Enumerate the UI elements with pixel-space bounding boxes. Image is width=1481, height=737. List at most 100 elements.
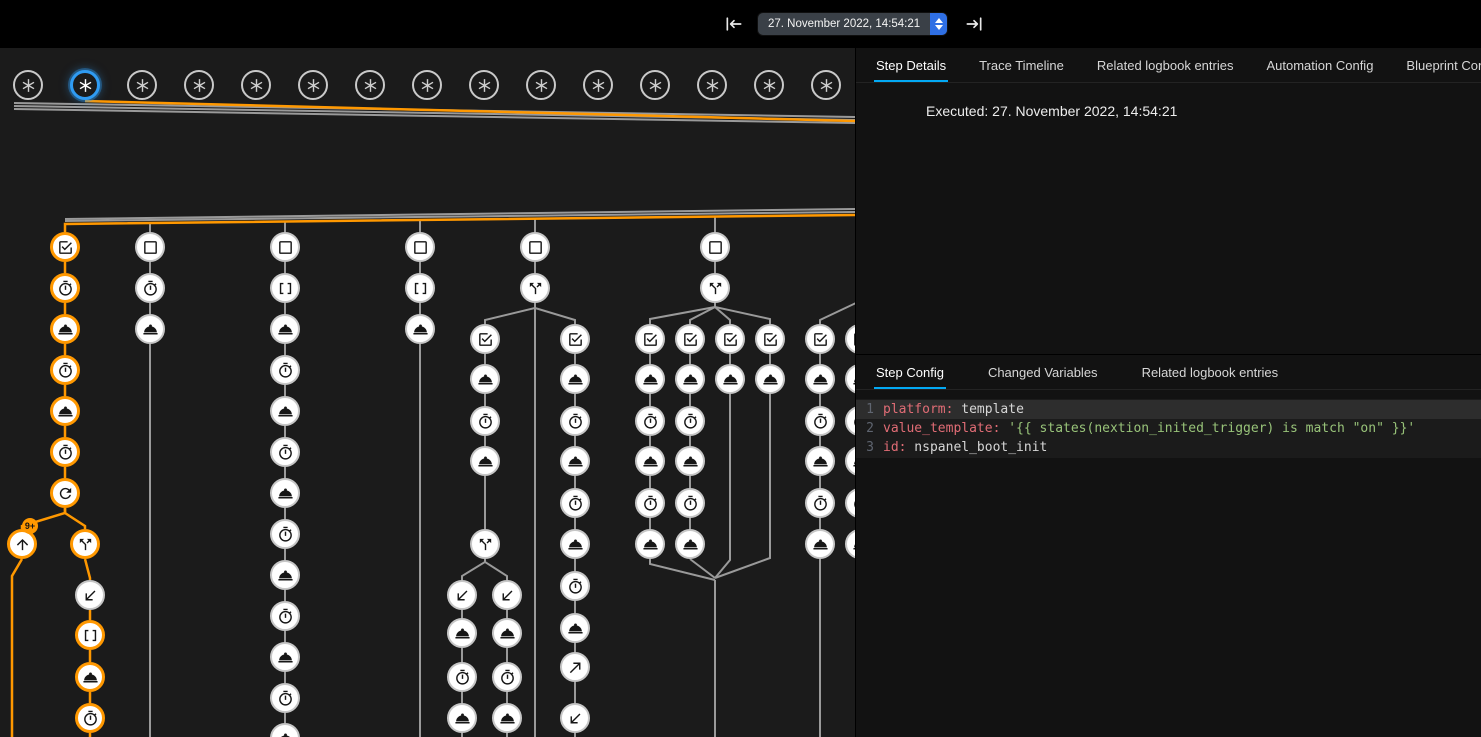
node-checkbox-blank[interactable] [135,232,165,262]
node-dome[interactable] [675,364,705,394]
node-dome[interactable] [560,613,590,643]
code-line-1[interactable]: 1platform: template [856,400,1481,419]
node-dome[interactable] [270,396,300,426]
node-timer[interactable] [805,406,835,436]
previous-run-button[interactable] [722,13,746,35]
node-arrow-bottom-left[interactable] [560,703,590,733]
node-dome[interactable] [447,703,477,733]
node-timer[interactable] [560,406,590,436]
trigger-node-14[interactable] [811,70,841,100]
node-timer[interactable] [270,437,300,467]
node-dome[interactable] [270,314,300,344]
trigger-node-0[interactable] [13,70,43,100]
node-dome[interactable] [492,618,522,648]
node-call-split[interactable] [700,273,730,303]
trigger-node-12[interactable] [697,70,727,100]
trigger-node-active[interactable] [70,70,100,100]
node-dome[interactable] [492,703,522,733]
node-dome[interactable] [470,446,500,476]
trigger-node-4[interactable] [241,70,271,100]
node-dome[interactable] [270,560,300,590]
node-dome[interactable] [135,314,165,344]
node-dome[interactable] [50,396,80,426]
node-dome[interactable] [805,446,835,476]
tab-blueprint-config[interactable]: Blueprint Config [1406,48,1481,82]
node-dome[interactable] [675,446,705,476]
node-timer[interactable] [470,406,500,436]
node-timer[interactable] [75,703,105,733]
node-timer[interactable] [50,437,80,467]
node-dome[interactable] [560,364,590,394]
trigger-node-8[interactable] [469,70,499,100]
node-call-split[interactable] [520,273,550,303]
node-checkbox-marked[interactable] [470,324,500,354]
node-dome[interactable] [635,364,665,394]
node-dome[interactable] [805,364,835,394]
node-dome[interactable] [675,529,705,559]
node-timer[interactable] [805,488,835,518]
node-timer[interactable] [135,273,165,303]
tab-trace-timeline[interactable]: Trace Timeline [979,48,1064,82]
tab-related-logbook-entries[interactable]: Related logbook entries [1097,48,1234,82]
yaml-code-editor[interactable]: 1platform: template2value_template: '{{ … [856,399,1481,458]
node-arrow-bottom-left[interactable] [492,580,522,610]
node-dome[interactable] [50,314,80,344]
node-code-brackets[interactable] [405,273,435,303]
tab-step-config[interactable]: Step Config [876,355,944,389]
node-timer[interactable] [560,571,590,601]
node-dome[interactable] [447,618,477,648]
node-timer[interactable] [492,662,522,692]
node-checkbox-marked[interactable] [50,232,80,262]
trigger-node-13[interactable] [754,70,784,100]
node-timer[interactable] [50,273,80,303]
tab-automation-config[interactable]: Automation Config [1266,48,1373,82]
node-dome[interactable] [470,364,500,394]
node-checkbox-blank[interactable] [270,232,300,262]
node-dome[interactable] [805,529,835,559]
node-checkbox-blank[interactable] [700,232,730,262]
node-refresh[interactable] [50,478,80,508]
node-dome[interactable] [715,364,745,394]
trigger-node-11[interactable] [640,70,670,100]
trigger-node-9[interactable] [526,70,556,100]
node-checkbox-marked[interactable] [715,324,745,354]
node-call-made[interactable] [560,652,590,682]
node-dome[interactable] [635,446,665,476]
node-dome[interactable] [270,478,300,508]
node-timer[interactable] [270,601,300,631]
node-call-split[interactable] [470,529,500,559]
node-checkbox-marked[interactable] [560,324,590,354]
node-dome[interactable] [560,529,590,559]
trigger-node-5[interactable] [298,70,328,100]
node-dome[interactable] [75,662,105,692]
node-dome[interactable] [560,446,590,476]
node-dome[interactable] [405,314,435,344]
node-timer[interactable] [675,406,705,436]
node-checkbox-blank[interactable] [405,232,435,262]
node-checkbox-marked[interactable] [755,324,785,354]
node-timer[interactable] [675,488,705,518]
node-timer[interactable] [270,683,300,713]
node-call-split[interactable] [70,529,100,559]
trigger-node-2[interactable] [127,70,157,100]
node-dome[interactable] [270,642,300,672]
trigger-node-6[interactable] [355,70,385,100]
node-timer[interactable] [50,355,80,385]
trigger-node-7[interactable] [412,70,442,100]
code-line-3[interactable]: 3id: nspanel_boot_init [856,438,1481,457]
node-timer[interactable] [447,662,477,692]
run-selector[interactable]: 27. November 2022, 14:54:21 [758,13,947,35]
node-dome[interactable] [755,364,785,394]
node-timer[interactable] [270,355,300,385]
node-timer[interactable] [635,406,665,436]
node-arrow-bottom-left[interactable] [447,580,477,610]
node-timer[interactable] [560,488,590,518]
node-arrow-bottom-left[interactable] [75,580,105,610]
trigger-node-10[interactable] [583,70,613,100]
node-code-brackets[interactable] [270,273,300,303]
node-checkbox-marked[interactable] [675,324,705,354]
node-dome[interactable] [635,529,665,559]
tab-related-logbook-entries[interactable]: Related logbook entries [1142,355,1279,389]
node-code-brackets[interactable] [75,620,105,650]
node-checkbox-marked[interactable] [805,324,835,354]
